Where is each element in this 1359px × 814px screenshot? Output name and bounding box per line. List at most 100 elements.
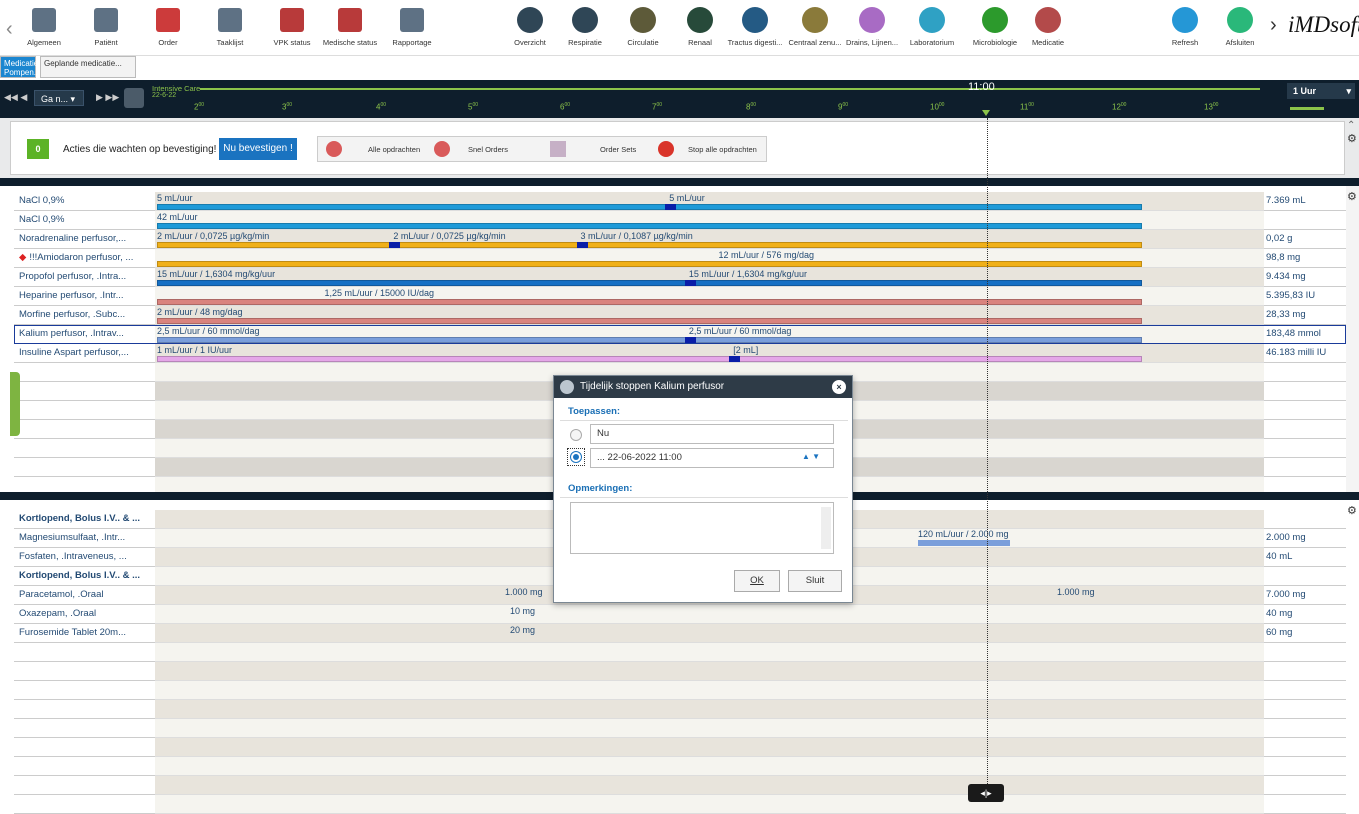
toolbar-category-button-1[interactable]: Respiratie — [555, 2, 615, 54]
row-label[interactable]: Magnesiumsulfaat, .Intr... — [14, 529, 155, 548]
row-total — [1264, 567, 1346, 586]
zoom-icon[interactable] — [124, 88, 144, 108]
order-sets-button[interactable]: Order Sets — [600, 145, 636, 154]
infusion-bar[interactable] — [157, 318, 1142, 324]
infusion-bar[interactable] — [157, 280, 1142, 286]
all-orders-button[interactable]: Alle opdrachten — [368, 145, 420, 154]
toolbar-right-button-label: Afsluiten — [1225, 38, 1255, 47]
timeline-nav-button[interactable]: ◂|▸ — [968, 784, 1004, 802]
row-label[interactable]: Noradrenaline perfusor,... — [14, 230, 155, 249]
infusion-bar[interactable] — [157, 223, 1142, 229]
toolbar-left-button-5[interactable]: Medische status — [320, 2, 380, 54]
infusion-bar[interactable] — [157, 261, 1142, 267]
toolbar-category-button-7[interactable]: Laboratorium — [902, 2, 962, 54]
infusion-bar[interactable] — [157, 356, 1142, 362]
row-total: 98,8 mg — [1264, 249, 1346, 268]
toolbar-category-button-2[interactable]: Circulatie — [613, 2, 673, 54]
radio-now[interactable] — [570, 429, 582, 441]
dialog-divider-2 — [560, 497, 848, 498]
row-label[interactable]: Heparine perfusor, .Intr... — [14, 287, 155, 306]
remarks-scrollbar[interactable] — [821, 507, 831, 549]
empty-total — [1264, 738, 1346, 757]
change-marker[interactable] — [729, 356, 741, 362]
row-label[interactable]: Fosfaten, .Intraveneus, ... — [14, 548, 155, 567]
row-cell: 15 mL/uur / 1,6304 mg/kg/uur 15 mL/uur / … — [155, 268, 1264, 287]
toolbar-category-button-3[interactable]: Renaal — [670, 2, 730, 54]
change-marker[interactable] — [684, 280, 696, 286]
toolbar-category-button-9[interactable]: Medicatie — [1018, 2, 1078, 54]
side-expand-handle[interactable] — [10, 372, 20, 436]
empty-cell — [155, 681, 1264, 700]
toolbar-category-button-6[interactable]: Drains, Lijnen... — [842, 2, 902, 54]
tab-medicatie-pompen[interactable]: Medicatie Pompen... — [0, 56, 40, 78]
toolbar-left-button-6[interactable]: Rapportage — [382, 2, 442, 54]
toolbar-right-button-0[interactable]: Refresh — [1155, 2, 1215, 54]
toolbar-left-button-label: VPK status — [273, 38, 311, 47]
bottom-gear-icon[interactable]: ⚙ — [1347, 504, 1357, 517]
toolbar-left-button-4[interactable]: VPK status — [262, 2, 322, 54]
stop-all-orders-button[interactable]: Stop alle opdrachten — [688, 145, 757, 154]
toolbar-category-button-label: Medicatie — [1031, 38, 1065, 47]
toolbar-category-button-8[interactable]: Microbiologie — [965, 2, 1025, 54]
toolbar-category-button-label: Centraal zenu... — [788, 38, 842, 47]
change-marker[interactable] — [389, 242, 401, 248]
change-marker[interactable] — [576, 242, 588, 248]
row-total — [1264, 510, 1346, 529]
empty-row-label — [14, 719, 155, 738]
toolbar-category-button-0[interactable]: Overzicht — [500, 2, 560, 54]
row-label[interactable]: NaCl 0,9% — [14, 211, 155, 230]
toolbar-left-button-1[interactable]: Patiënt — [76, 2, 136, 54]
ok-button[interactable]: OK — [734, 570, 780, 592]
forward-icon[interactable]: ▶ ▶▶ — [96, 92, 119, 103]
quick-orders-button[interactable]: Snel Orders — [468, 145, 508, 154]
row-label[interactable]: Kortlopend, Bolus I.V.. & ... — [14, 567, 155, 586]
row-label[interactable]: Morfine perfusor, .Subc... — [14, 306, 155, 325]
radio-date[interactable] — [570, 451, 582, 463]
cursor-marker-icon[interactable] — [982, 110, 990, 116]
tab-geplande-medicatie[interactable]: Geplande medicatie... — [40, 56, 136, 78]
action-box: 0 Acties die wachten op bevestiging! Nu … — [10, 121, 1345, 175]
row-total: 28,33 mg — [1264, 306, 1346, 325]
now-option[interactable]: Nu — [590, 424, 834, 444]
change-marker[interactable] — [665, 204, 677, 210]
row-label[interactable]: Furosemide Tablet 20m... — [14, 624, 155, 643]
infusion-bar[interactable] — [157, 299, 1142, 305]
remarks-textarea[interactable] — [570, 502, 834, 554]
splitter[interactable] — [0, 178, 1359, 186]
grid-gear-icon[interactable]: ⚙ — [1347, 190, 1357, 203]
close-icon[interactable]: × — [832, 380, 846, 394]
infusion-bar[interactable] — [157, 204, 1142, 210]
forward-chevron-icon[interactable]: › — [1270, 14, 1277, 37]
empty-cell — [155, 795, 1264, 814]
toolbar-left-button-3[interactable]: Taaklijst — [200, 2, 260, 54]
row-label[interactable]: Kortlopend, Bolus I.V.. & ... — [14, 510, 155, 529]
toolbar-left-button-0[interactable]: Algemeen — [14, 2, 74, 54]
infusion-bar[interactable] — [157, 242, 1142, 248]
toolbar-category-button-5[interactable]: Centraal zenu... — [785, 2, 845, 54]
collapse-icon[interactable]: ⌃ — [1347, 120, 1355, 131]
spinner-icon[interactable]: ▲ ▼ — [802, 452, 820, 461]
toolbar-right-button-1[interactable]: Afsluiten — [1210, 2, 1270, 54]
empty-cell — [155, 719, 1264, 738]
magnesium-bar[interactable] — [918, 540, 1010, 546]
row-label[interactable]: Insuline Aspart perfusor,... — [14, 344, 155, 363]
row-label[interactable]: Paracetamol, .Oraal — [14, 586, 155, 605]
datetime-field[interactable]: ... 22-06-2022 11:00 — [590, 448, 834, 468]
row-label[interactable]: NaCl 0,9% — [14, 192, 155, 211]
confirm-now-button[interactable]: Nu bevestigen ! — [219, 138, 297, 160]
scale-select[interactable]: 1 Uur ▾ — [1287, 83, 1355, 99]
row-label[interactable]: Oxazepam, .Oraal — [14, 605, 155, 624]
close-button[interactable]: Sluit — [788, 570, 842, 592]
rewind-icon[interactable]: ◀◀ ◀ — [4, 92, 27, 103]
goto-select[interactable]: Ga n... ▾ — [34, 90, 84, 106]
row-total: 9.434 mg — [1264, 268, 1346, 287]
zoom-slider[interactable] — [1290, 107, 1324, 110]
grid-scrollbar[interactable] — [1346, 186, 1359, 492]
toolbar-category-button-4[interactable]: Tractus digesti... — [725, 2, 785, 54]
row-label[interactable]: ◆ !!!Amiodaron perfusor, ... — [14, 249, 155, 268]
gear-icon[interactable]: ⚙ — [1347, 132, 1357, 145]
back-chevron-icon[interactable]: ‹ — [6, 18, 13, 41]
toolbar-left-button-2[interactable]: Order — [138, 2, 198, 54]
row-label[interactable]: Propofol perfusor, .Intra... — [14, 268, 155, 287]
heart-icon — [629, 6, 657, 34]
